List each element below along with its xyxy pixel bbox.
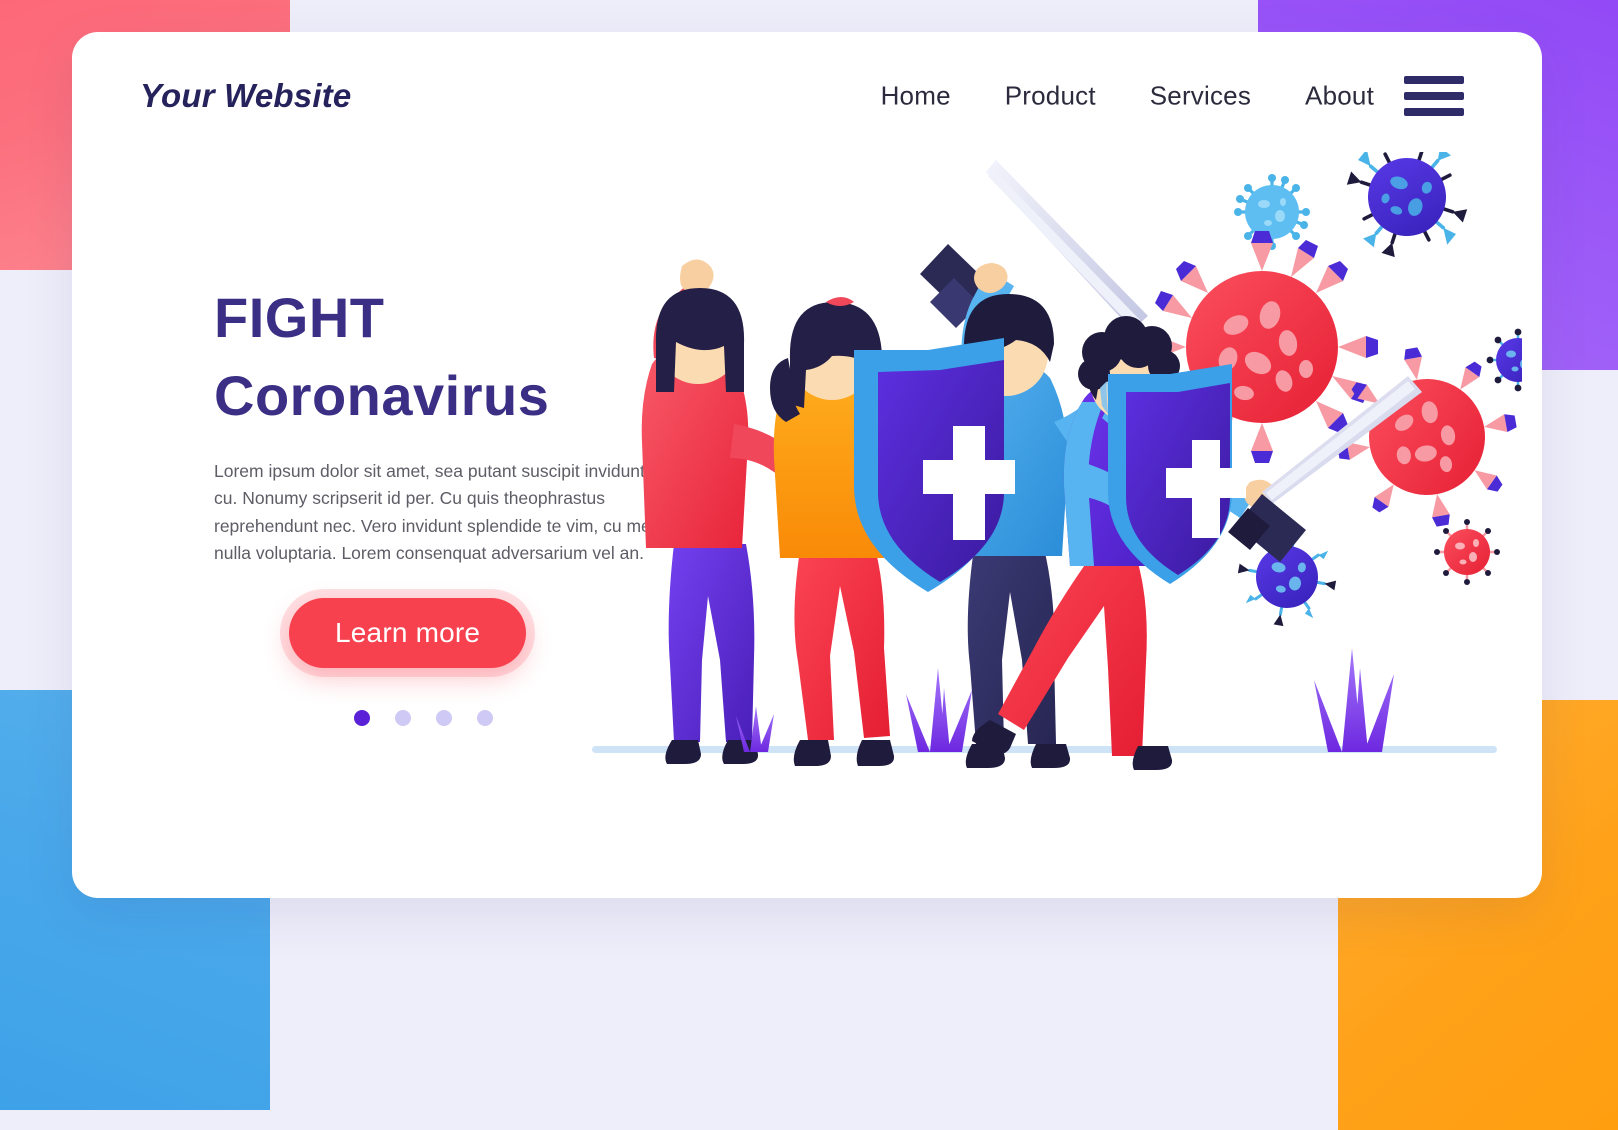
hamburger-bar-1 [1404, 76, 1464, 84]
site-header: Your Website Home Product Services About [72, 32, 1542, 160]
nav-item-home[interactable]: Home [881, 81, 951, 112]
main-navigation: Home Product Services About [881, 81, 1374, 112]
virus-red-small [1434, 519, 1500, 585]
learn-more-button[interactable]: Learn more [289, 598, 527, 668]
people-fighting-coronavirus-illustration [582, 152, 1522, 832]
carousel-dot-2[interactable] [395, 710, 411, 726]
carousel-dot-1[interactable] [354, 710, 370, 726]
nav-item-services[interactable]: Services [1150, 81, 1251, 112]
site-logo[interactable]: Your Website [140, 77, 351, 115]
hamburger-bar-3 [1404, 108, 1464, 116]
nav-item-about[interactable]: About [1305, 81, 1374, 112]
grass-tuft-3 [1314, 648, 1394, 752]
nav-item-product[interactable]: Product [1005, 81, 1096, 112]
hamburger-bar-2 [1404, 92, 1464, 100]
carousel-dot-3[interactable] [436, 710, 452, 726]
carousel-dot-4[interactable] [477, 710, 493, 726]
hero-card: Your Website Home Product Services About… [72, 32, 1542, 898]
carousel-dots [354, 710, 493, 726]
virus-purple-small [1486, 328, 1522, 392]
hamburger-menu-icon[interactable] [1404, 76, 1464, 116]
virus-purple-large [1346, 152, 1468, 258]
grass-tuft-2 [906, 668, 972, 752]
virus-blue-light [1234, 174, 1310, 250]
